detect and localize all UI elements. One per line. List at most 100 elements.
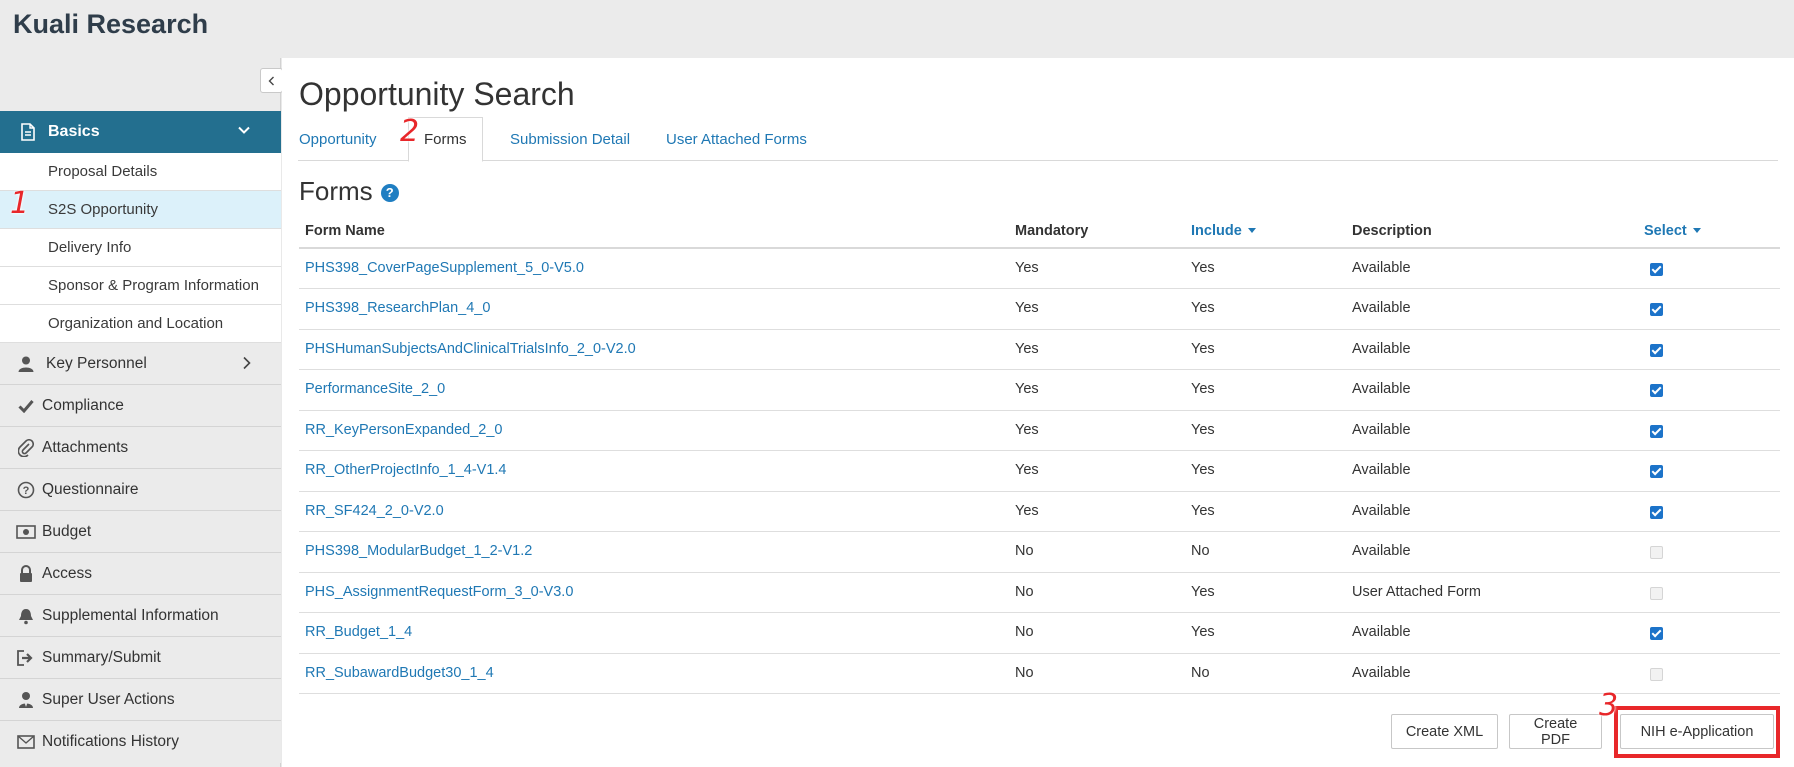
select-checkbox[interactable] <box>1650 505 1663 519</box>
description-value: Available <box>1352 340 1411 357</box>
question-icon: ? <box>16 481 36 499</box>
mandatory-value: No <box>1015 664 1034 681</box>
description-cell: Available <box>1346 369 1638 411</box>
select-checkbox[interactable] <box>1650 465 1663 478</box>
select-cell <box>1638 612 1780 654</box>
include-cell: No <box>1185 653 1346 694</box>
include-value: No <box>1191 543 1210 559</box>
app-title[interactable]: Kuali Research <box>13 9 208 40</box>
description-value: Available <box>1352 624 1411 640</box>
select-checkbox[interactable] <box>1650 586 1663 600</box>
sidebar-item-super-user-actions[interactable]: Super User Actions <box>0 679 281 721</box>
form-name-link[interactable]: PHS398_CoverPageSupplement_5_0-V5.0 <box>305 260 584 276</box>
mandatory-value: Yes <box>1015 300 1039 316</box>
person-icon <box>16 355 36 373</box>
mandatory-cell: Yes <box>1009 410 1185 451</box>
highlight-box <box>1614 706 1780 758</box>
sidebar-item-key-personnel[interactable]: Key Personnel <box>0 343 281 385</box>
sidebar-item-summary-submit[interactable]: Summary/Submit <box>0 637 281 679</box>
table-row: RR_KeyPersonExpanded_2_0 Yes Yes Available <box>299 410 1780 451</box>
sidebar-item-attachments[interactable]: Attachments <box>0 427 281 469</box>
forms-table-body: PHS398_CoverPageSupplement_5_0-V5.0 Yes Ye… <box>299 248 1780 694</box>
select-checkbox[interactable] <box>1650 263 1663 276</box>
document-icon <box>21 123 35 141</box>
sidebar-item-supplemental-information[interactable]: Supplemental Information <box>0 595 281 637</box>
include-value: Yes <box>1191 340 1215 357</box>
description-value: Available <box>1352 502 1411 519</box>
form-name-cell: RR_SubawardBudget30_1_4 <box>299 653 1009 694</box>
collapse-sidebar-button[interactable] <box>260 68 283 93</box>
form-name-link[interactable]: PHS398_ResearchPlan_4_0 <box>305 300 490 316</box>
select-checkbox[interactable] <box>1650 627 1663 640</box>
chevron-down-icon <box>238 126 250 134</box>
table-row: PHS_AssignmentRequestForm_3_0-V3.0 No Yes U… <box>299 572 1780 613</box>
form-name-link[interactable]: PHSHumanSubjectsAndClinicalTrialsInfo_2_… <box>305 341 636 357</box>
form-name-link[interactable]: RR_Budget_1_4 <box>305 624 412 640</box>
top-header: Kuali Research <box>0 0 1794 58</box>
select-checkbox[interactable] <box>1650 667 1663 681</box>
form-name-link[interactable]: RR_SF424_2_0-V2.0 <box>305 503 444 519</box>
sidebar-item-compliance[interactable]: Compliance <box>0 385 281 427</box>
check-icon <box>16 399 36 413</box>
description-cell: Available <box>1346 248 1638 289</box>
tab-forms[interactable]: Forms <box>408 117 483 162</box>
annotation-marker-2: 2 <box>400 114 420 149</box>
form-name-link[interactable]: RR_SubawardBudget30_1_4 <box>305 665 494 681</box>
mandatory-value: No <box>1015 543 1034 559</box>
sidebar-item-questionnaire[interactable]: ? Questionnaire <box>0 469 281 511</box>
include-value: Yes <box>1191 381 1215 397</box>
sidebar-item-delivery-info[interactable]: Delivery Info <box>0 229 281 267</box>
sidebar-section-basics[interactable]: Basics <box>0 111 281 153</box>
section-title: Forms <box>299 176 373 206</box>
column-header-include[interactable]: Include <box>1185 214 1346 249</box>
select-checkbox[interactable] <box>1650 546 1663 559</box>
form-name-cell: PHS398_ModularBudget_1_2-V1.2 <box>299 531 1009 573</box>
select-checkbox[interactable] <box>1650 303 1663 316</box>
column-header-description: Description <box>1346 214 1638 249</box>
include-cell: Yes <box>1185 491 1346 532</box>
create-xml-button[interactable]: Create XML <box>1391 714 1498 749</box>
user-tie-icon <box>16 691 36 709</box>
include-cell: Yes <box>1185 288 1346 330</box>
sidebar-item-proposal-details[interactable]: Proposal Details <box>0 153 281 191</box>
form-name-link[interactable]: RR_KeyPersonExpanded_2_0 <box>305 422 503 438</box>
mandatory-value: Yes <box>1015 502 1039 519</box>
forms-table: Form Name Mandatory Include Description … <box>299 214 1780 694</box>
select-cell <box>1638 531 1780 573</box>
tab-opportunity[interactable]: Opportunity <box>299 117 377 161</box>
sidebar-item-sponsor-program[interactable]: Sponsor & Program Information <box>0 267 281 305</box>
bell-icon <box>16 607 36 625</box>
select-checkbox[interactable] <box>1650 343 1663 357</box>
include-value: Yes <box>1191 624 1215 640</box>
sidebar-item-access[interactable]: Access <box>0 553 281 595</box>
form-name-link[interactable]: PerformanceSite_2_0 <box>305 381 445 397</box>
tab-submission-detail[interactable]: Submission Detail <box>510 117 630 161</box>
table-row: RR_SF424_2_0-V2.0 Yes Yes Available <box>299 491 1780 532</box>
description-cell: Available <box>1346 491 1638 532</box>
sidebar-section-label: Basics <box>48 123 100 140</box>
select-checkbox[interactable] <box>1650 424 1663 438</box>
form-name-cell: PHS398_ResearchPlan_4_0 <box>299 288 1009 330</box>
sidebar-item-notifications-history[interactable]: Notifications History <box>0 721 281 763</box>
form-name-link[interactable]: PHS_AssignmentRequestForm_3_0-V3.0 <box>305 584 573 600</box>
create-pdf-button[interactable]: Create PDF <box>1509 714 1602 749</box>
mandatory-value: Yes <box>1015 381 1039 397</box>
mandatory-value: Yes <box>1015 340 1039 357</box>
tab-user-attached-forms[interactable]: User Attached Forms <box>666 117 807 161</box>
include-cell: Yes <box>1185 450 1346 492</box>
description-value: Available <box>1352 260 1411 276</box>
help-icon[interactable]: ? <box>380 183 399 202</box>
select-checkbox[interactable] <box>1650 384 1663 397</box>
select-cell <box>1638 329 1780 370</box>
annotation-marker-3: 3 <box>1599 688 1619 723</box>
mandatory-cell: Yes <box>1009 288 1185 330</box>
form-name-link[interactable]: PHS398_ModularBudget_1_2-V1.2 <box>305 543 532 559</box>
column-header-select[interactable]: Select <box>1638 214 1780 249</box>
form-name-link[interactable]: RR_OtherProjectInfo_1_4-V1.4 <box>305 462 507 478</box>
include-value: Yes <box>1191 502 1215 519</box>
sidebar-item-s2s-opportunity[interactable]: S2S Opportunity <box>0 191 281 229</box>
table-row: RR_Budget_1_4 No Yes Available <box>299 612 1780 654</box>
mandatory-value: Yes <box>1015 462 1039 478</box>
sidebar-item-organization-location[interactable]: Organization and Location <box>0 305 281 343</box>
sidebar-item-budget[interactable]: Budget <box>0 511 281 553</box>
